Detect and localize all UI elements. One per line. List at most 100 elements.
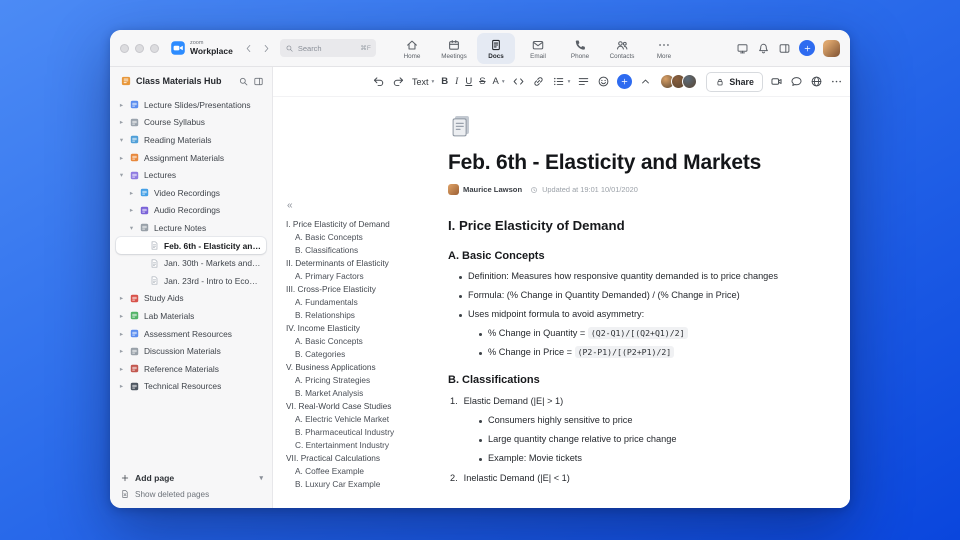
sidebar-item-lecture-notes[interactable]: ▾ Lecture Notes — [116, 219, 266, 237]
sidebar-collapse-icon[interactable] — [253, 76, 264, 87]
tab-email[interactable]: Email — [519, 33, 557, 64]
bullet-item[interactable]: Formula: (% Change in Quantity Demanded)… — [448, 290, 793, 300]
chevron-right-icon[interactable]: ▸ — [118, 330, 125, 338]
text-style-button[interactable]: Text ▾ — [412, 77, 434, 87]
outline-item[interactable]: B. Categories — [286, 348, 438, 361]
sidebar-item-course-syllabus[interactable]: ▸ Course Syllabus — [116, 114, 266, 132]
text-color-button[interactable]: A ▾ — [493, 76, 505, 87]
comments-button[interactable] — [790, 75, 803, 88]
sidebar-item-video-recordings[interactable]: ▸ Video Recordings — [116, 184, 266, 202]
sidebar-item-lecture-slides-presentations[interactable]: ▸ Lecture Slides/Presentations — [116, 96, 266, 114]
tab-home[interactable]: Home — [393, 33, 431, 64]
chevron-right-icon[interactable]: ▸ — [128, 206, 135, 214]
share-button[interactable]: Share — [706, 71, 763, 92]
sidebar-page-jan-30th-markets-and-p[interactable]: Jan. 30th - Markets and P... — [116, 254, 266, 272]
section-heading[interactable]: I. Price Elasticity of Demand — [448, 218, 793, 233]
new-item-button[interactable] — [799, 40, 815, 56]
chevron-right-icon[interactable]: ▸ — [128, 189, 135, 197]
outline-item[interactable]: III. Cross-Price Elasticity — [286, 283, 438, 296]
italic-button[interactable]: I — [455, 77, 458, 87]
chevron-right-icon[interactable]: ▸ — [118, 382, 125, 390]
outline-item[interactable]: VI. Real-World Case Studies — [286, 400, 438, 413]
tab-docs[interactable]: Docs — [477, 33, 515, 64]
outline-item[interactable]: A. Primary Factors — [286, 270, 438, 283]
insert-button[interactable] — [617, 74, 633, 89]
outline-item[interactable]: A. Basic Concepts — [286, 231, 438, 244]
more-options-button[interactable] — [830, 75, 843, 88]
chevron-down-icon[interactable]: ▾ — [128, 224, 135, 232]
bullet-item[interactable]: Example: Movie tickets — [448, 453, 793, 463]
outline-item[interactable]: A. Fundamentals — [286, 296, 438, 309]
bullet-item[interactable]: Consumers highly sensitive to price — [448, 415, 793, 425]
outline-item[interactable]: B. Market Analysis — [286, 387, 438, 400]
chevron-down-icon[interactable]: ▾ — [118, 171, 125, 179]
sidebar-item-technical-resources[interactable]: ▸ Technical Resources — [116, 378, 266, 396]
outline-item[interactable]: A. Pricing Strategies — [286, 374, 438, 387]
sidebar-page-feb-6th-elasticity-and-m[interactable]: Feb. 6th - Elasticity and M... — [116, 236, 266, 255]
document-title[interactable]: Feb. 6th - Elasticity and Markets — [448, 151, 793, 175]
sidebar-item-assignment-materials[interactable]: ▸ Assignment Materials — [116, 149, 266, 167]
chevron-right-icon[interactable]: ▸ — [118, 347, 125, 355]
outline-item[interactable]: A. Basic Concepts — [286, 335, 438, 348]
section-heading[interactable]: A. Basic Concepts — [448, 250, 793, 262]
chevron-right-icon[interactable]: ▸ — [118, 312, 125, 320]
add-page-button[interactable]: Add page ▾ — [120, 473, 263, 483]
tab-meetings[interactable]: Meetings — [435, 33, 473, 64]
bullet-item[interactable]: Uses midpoint formula to avoid asymmetry… — [448, 309, 793, 319]
outline-item[interactable]: B. Classifications — [286, 244, 438, 257]
search-input[interactable]: Search ⌘F — [279, 39, 376, 57]
outline-item[interactable]: C. Entertainment Industry — [286, 439, 438, 452]
show-deleted-pages-button[interactable]: Show deleted pages — [120, 489, 263, 499]
emoji-button[interactable] — [597, 75, 610, 88]
outline-item[interactable]: A. Electric Vehicle Market — [286, 413, 438, 426]
chevron-right-icon[interactable]: ▸ — [118, 154, 125, 162]
translate-button[interactable] — [810, 75, 823, 88]
outline-item[interactable]: II. Determinants of Elasticity — [286, 257, 438, 270]
strikethrough-button[interactable]: S — [479, 76, 485, 87]
document-icon[interactable] — [448, 113, 474, 139]
chevron-right-icon[interactable]: ▸ — [118, 294, 125, 302]
chevron-right-icon[interactable]: ▸ — [118, 365, 125, 373]
forward-button[interactable] — [261, 43, 272, 54]
bullet-item[interactable]: Large quantity change relative to price … — [448, 434, 793, 444]
numbered-item[interactable]: 1. Elastic Demand (|E| > 1) — [448, 396, 793, 406]
present-icon[interactable] — [736, 42, 749, 55]
tab-phone[interactable]: Phone — [561, 33, 599, 64]
numbered-item[interactable]: 2. Inelastic Demand (|E| < 1) — [448, 473, 793, 483]
collaborator-avatar[interactable] — [682, 74, 698, 89]
undo-button[interactable] — [372, 75, 385, 88]
chevron-right-icon[interactable]: ▸ — [118, 118, 125, 126]
sidebar-item-reference-materials[interactable]: ▸ Reference Materials — [116, 360, 266, 378]
redo-button[interactable] — [392, 75, 405, 88]
bullet-list-button[interactable]: ▾ — [552, 75, 570, 88]
sidebar-item-audio-recordings[interactable]: ▸ Audio Recordings — [116, 202, 266, 220]
sidebar-search-icon[interactable] — [238, 76, 249, 87]
close-window-button[interactable] — [120, 43, 129, 53]
align-button[interactable] — [577, 75, 590, 88]
panel-toggle-icon[interactable] — [778, 42, 791, 55]
sidebar-page-jan-23rd-intro-to-econo[interactable]: Jan. 23rd - Intro to Econo... — [116, 272, 266, 290]
sidebar-item-assessment-resources[interactable]: ▸ Assessment Resources — [116, 325, 266, 343]
maximize-window-button[interactable] — [150, 43, 159, 53]
sidebar-item-lectures[interactable]: ▾ Lectures — [116, 166, 266, 184]
back-button[interactable] — [243, 43, 254, 54]
outline-item[interactable]: A. Coffee Example — [286, 465, 438, 478]
link-button[interactable] — [532, 75, 545, 88]
sidebar-item-reading-materials[interactable]: ▾ Reading Materials — [116, 131, 266, 149]
minimize-window-button[interactable] — [135, 43, 144, 53]
bullet-item[interactable]: % Change in Price = (P2-P1)/[(P2+P1)/2] — [448, 346, 793, 358]
outline-item[interactable]: VII. Practical Calculations — [286, 452, 438, 465]
tab-more[interactable]: More — [645, 33, 683, 64]
bold-button[interactable]: B — [441, 76, 448, 87]
add-page-chevron-icon[interactable]: ▾ — [259, 474, 263, 482]
sidebar-item-discussion-materials[interactable]: ▸ Discussion Materials — [116, 342, 266, 360]
outline-item[interactable]: B. Luxury Car Example — [286, 478, 438, 491]
code-button[interactable] — [512, 75, 525, 88]
notifications-icon[interactable] — [757, 42, 770, 55]
sidebar-item-lab-materials[interactable]: ▸ Lab Materials — [116, 307, 266, 325]
bullet-item[interactable]: Definition: Measures how responsive quan… — [448, 271, 793, 281]
outline-item[interactable]: B. Relationships — [286, 309, 438, 322]
collapse-toolbar-button[interactable] — [639, 75, 652, 88]
section-heading[interactable]: B. Classifications — [448, 374, 793, 386]
outline-item[interactable]: IV. Income Elasticity — [286, 322, 438, 335]
